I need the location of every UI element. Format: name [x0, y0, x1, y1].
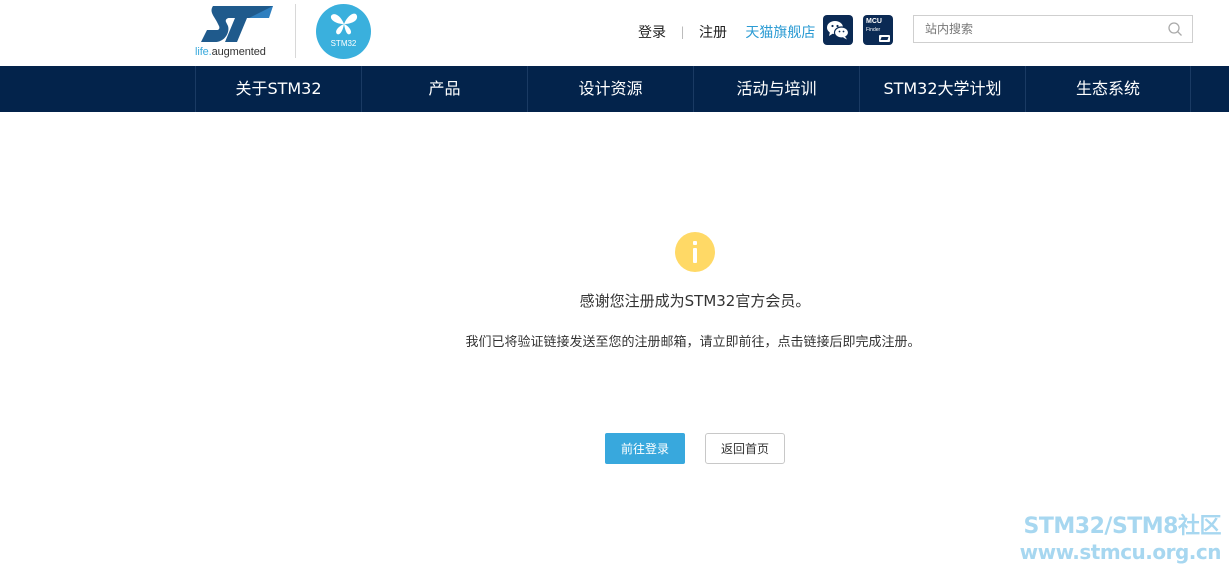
thanks-title: 感谢您注册成为STM32官方会员。	[579, 292, 811, 310]
butterfly-icon	[330, 13, 358, 35]
st-logo[interactable]: life.augmented	[195, 4, 277, 60]
login-link[interactable]: 登录	[638, 22, 666, 42]
tmall-store-link[interactable]: 天猫旗舰店	[745, 22, 815, 42]
nav-item-about-stm32[interactable]: 关于STM32	[195, 66, 361, 112]
main-nav-items: 关于STM32 产品 设计资源 活动与培训 STM32大学计划 生态系统	[195, 66, 1191, 112]
search-icon[interactable]	[1167, 21, 1183, 37]
watermark-line2: www.stmcu.org.cn	[1019, 540, 1222, 564]
stm32-logo[interactable]: STM32	[316, 4, 371, 59]
st-logo-mark	[201, 6, 273, 42]
go-to-login-button[interactable]: 前往登录	[605, 433, 685, 464]
search-input[interactable]	[915, 17, 1155, 41]
link-separator: |	[680, 25, 685, 39]
nav-item-design-resources[interactable]: 设计资源	[527, 66, 693, 112]
nav-item-ecosystem[interactable]: 生态系统	[1025, 66, 1191, 112]
search-box	[913, 15, 1193, 43]
st-logo-tagline: life.augmented	[195, 46, 266, 58]
mcu-finder-icon[interactable]: MCU Finder	[863, 15, 893, 45]
info-icon	[675, 232, 715, 272]
mcu-finder-sublabel: Finder	[866, 27, 881, 33]
nav-item-events-training[interactable]: 活动与培训	[693, 66, 859, 112]
verification-message: 我们已将验证链接发送至您的注册邮箱，请立即前往，点击链接后即完成注册。	[465, 335, 921, 350]
main-nav: 关于STM32 产品 设计资源 活动与培训 STM32大学计划 生态系统	[0, 66, 1229, 112]
back-to-home-button[interactable]: 返回首页	[705, 433, 785, 464]
stm32-logo-text: STM32	[330, 39, 357, 48]
nav-item-products[interactable]: 产品	[361, 66, 527, 112]
watermark-line1: STM32/STM8社区	[1023, 514, 1222, 539]
site-header: life.augmented STM32 登录 | 注册 天猫旗舰店 MCU F…	[0, 0, 1229, 66]
nav-item-university-program[interactable]: STM32大学计划	[859, 66, 1025, 112]
st-badge-icon	[879, 35, 890, 42]
wechat-icon[interactable]	[823, 15, 853, 45]
logo-divider	[295, 4, 296, 58]
register-link[interactable]: 注册	[699, 22, 727, 42]
top-links: 登录 | 注册 天猫旗舰店	[638, 22, 815, 42]
mcu-finder-label: MCU	[866, 18, 882, 25]
site-watermark: STM32/STM8社区 www.stmcu.org.cn	[996, 513, 1222, 564]
